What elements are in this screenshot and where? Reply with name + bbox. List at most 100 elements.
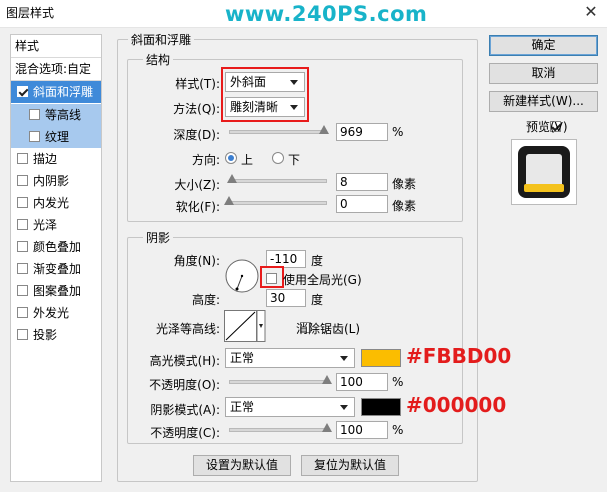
depth-unit: % [392,125,404,139]
sidebar-item-label: 投影 [33,328,58,342]
highlight-mode-select[interactable]: 正常 [225,348,355,368]
sidebar-item-satin[interactable]: 光泽 [11,214,101,236]
shadow-mode-label: 阴影模式(A): [150,403,220,417]
size-slider-track[interactable] [229,179,327,183]
title-bar: 图层样式 www.240PS.com ✕ [0,0,607,28]
checkbox-icon[interactable] [17,241,28,252]
sidebar-item-inner-shadow[interactable]: 内阴影 [11,170,101,192]
contour-preview-icon [224,310,266,342]
shadow-hex-annotation: #000000 [406,393,507,417]
highlight-mode-label: 高光模式(H): [149,354,220,368]
window-title: 图层样式 [6,6,55,20]
chevron-down-icon [340,356,348,361]
method-label: 方法(Q): [173,102,220,116]
highlight-opacity-label: 不透明度(O): [149,378,220,392]
method-select[interactable]: 雕刻清晰 [225,97,305,117]
sidebar-item-outer-glow[interactable]: 外发光 [11,302,101,324]
checkbox-icon[interactable] [17,175,28,186]
shadow-mode-select[interactable]: 正常 [225,397,355,417]
close-icon[interactable]: ✕ [580,2,602,22]
style-list-header[interactable]: 样式 [11,35,101,57]
sidebar-item-color-overlay[interactable]: 颜色叠加 [11,236,101,258]
depth-slider-track[interactable] [229,130,327,134]
checkbox-icon[interactable] [17,307,28,318]
checkbox-icon[interactable] [17,285,28,296]
shadow-opacity-label: 不透明度(C): [150,426,220,440]
checkbox-icon[interactable] [17,219,28,230]
soften-unit: 像素 [392,199,417,213]
soften-slider-thumb[interactable] [224,196,234,205]
sidebar-item-inner-glow[interactable]: 内发光 [11,192,101,214]
size-unit: 像素 [392,177,417,191]
chevron-down-icon [340,405,348,410]
direction-label: 方向: [191,153,220,167]
method-select-value: 雕刻清晰 [230,100,279,114]
shadow-mode-value: 正常 [230,400,255,414]
preview-swatch-icon [518,146,570,198]
reset-default-button[interactable]: 复位为默认值 [301,455,399,476]
sidebar-item-label: 外发光 [33,306,70,320]
sidebar-item-drop-shadow[interactable]: 投影 [11,324,101,346]
angle-dial[interactable] [224,258,260,294]
new-style-button[interactable]: 新建样式(W)... [489,91,598,112]
altitude-unit: 度 [311,293,324,307]
sidebar-item-label: 纹理 [45,130,70,144]
global-light-checkbox[interactable] [266,273,277,284]
size-slider-thumb[interactable] [226,174,237,183]
checkbox-icon[interactable] [17,153,28,164]
angle-unit: 度 [311,254,324,268]
checkbox-icon[interactable] [17,329,28,340]
sidebar-item-label: 图案叠加 [33,284,82,298]
blending-options-item[interactable]: 混合选项:自定 [11,58,101,80]
gloss-contour-picker[interactable] [224,310,266,342]
checkbox-icon[interactable] [29,109,40,120]
sidebar-item-label: 内阴影 [33,174,70,188]
sidebar-item-label: 内发光 [33,196,70,210]
shadow-color-swatch[interactable] [361,398,401,416]
depth-slider-thumb[interactable] [319,125,330,134]
shadow-opacity-input[interactable]: 100 [336,421,388,439]
checkbox-icon[interactable] [17,86,28,97]
highlight-mode-value: 正常 [230,351,255,365]
highlight-opacity-thumb[interactable] [322,375,332,384]
direction-up-radio[interactable] [225,152,237,164]
soften-input[interactable]: 0 [336,195,388,213]
shadow-opacity-unit: % [392,423,404,437]
depth-input[interactable]: 969 [336,123,388,141]
shading-title: 阴影 [143,229,174,246]
sidebar-item-label: 颜色叠加 [33,240,82,254]
watermark-text: www.240PS.com [225,2,428,26]
direction-down-label: 下 [288,153,301,167]
sidebar-item-label: 斜面和浮雕 [33,85,94,99]
sidebar-item-gradient-overlay[interactable]: 渐变叠加 [11,258,101,280]
global-light-label: 使用全局光(G) [283,273,362,287]
highlight-opacity-track[interactable] [229,380,327,384]
checkbox-icon[interactable] [17,263,28,274]
shadow-opacity-thumb[interactable] [322,423,332,432]
cancel-button[interactable]: 取消 [489,63,598,84]
direction-down-radio[interactable] [272,152,284,164]
shadow-opacity-track[interactable] [229,428,327,432]
soften-slider-track[interactable] [229,201,327,205]
sidebar-item-contour[interactable]: 等高线 [11,104,101,126]
bevel-emboss-title: 斜面和浮雕 [128,31,195,48]
style-select[interactable]: 外斜面 [225,72,305,92]
sidebar-item-texture[interactable]: 纹理 [11,126,101,148]
sidebar-item-pattern-overlay[interactable]: 图案叠加 [11,280,101,302]
style-select-value: 外斜面 [230,75,267,89]
sidebar-item-bevel-emboss[interactable]: 斜面和浮雕 [11,81,101,103]
sidebar-item-label: 等高线 [45,108,82,122]
checkbox-icon[interactable] [17,197,28,208]
preview-label: 预览(V) [526,120,568,134]
sidebar-item-stroke[interactable]: 描边 [11,148,101,170]
highlight-color-swatch[interactable] [361,349,401,367]
highlight-opacity-unit: % [392,375,404,389]
checkbox-icon[interactable] [29,131,40,142]
altitude-input[interactable]: 30 [266,289,306,307]
soften-label: 软化(F): [175,200,220,214]
ok-button[interactable]: 确定 [489,35,598,56]
set-default-button[interactable]: 设置为默认值 [193,455,291,476]
sidebar-item-label: 描边 [33,152,58,166]
size-input[interactable]: 8 [336,173,388,191]
highlight-opacity-input[interactable]: 100 [336,373,388,391]
